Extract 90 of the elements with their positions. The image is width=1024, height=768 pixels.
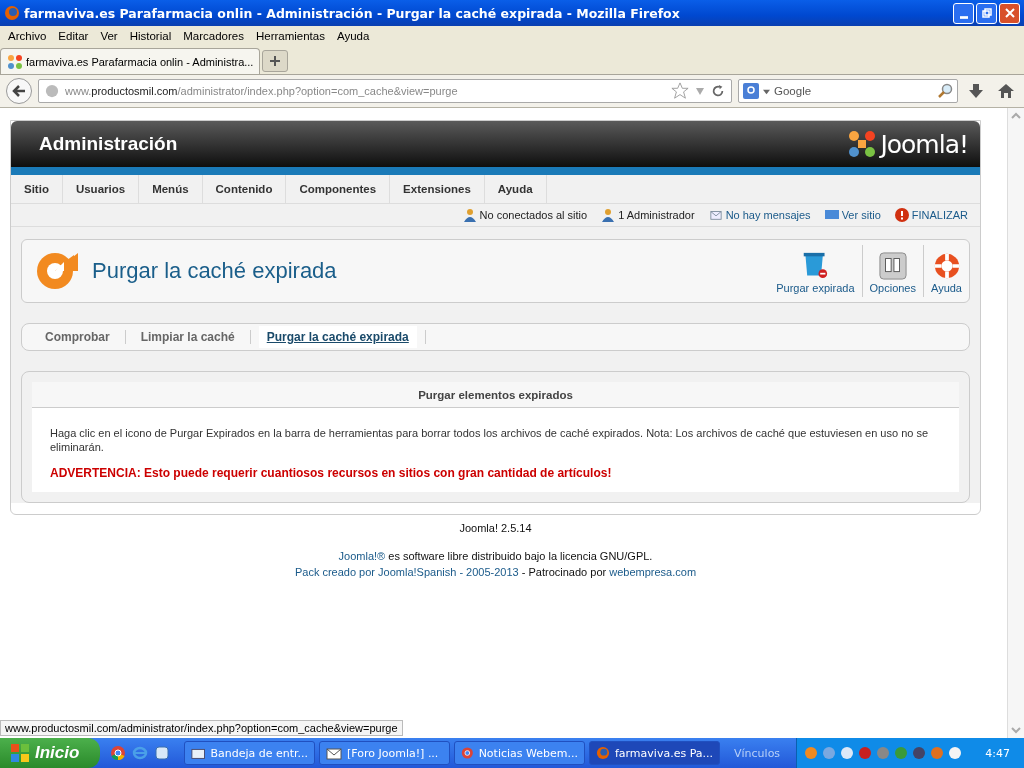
joomla-logo-icon (847, 129, 878, 159)
chrome-icon[interactable] (110, 745, 126, 761)
close-button[interactable] (999, 2, 1020, 24)
submenu-tab[interactable]: Comprobar (38, 330, 117, 344)
back-arrow-icon (11, 83, 27, 99)
globe-icon (45, 84, 59, 98)
firefox-icon (4, 5, 20, 21)
main-menu-item[interactable]: Componentes (286, 175, 391, 203)
menu-item[interactable]: Ver (94, 30, 124, 42)
main-menu-item[interactable]: Menús (139, 175, 203, 203)
submenu-tab[interactable]: Limpiar la caché (133, 330, 242, 344)
admin-title: Administración (39, 133, 179, 155)
taskbar-button[interactable]: [Foro Joomla!] ... (319, 741, 450, 765)
credits-text: Pack creado por Joomla!Spanish - 2005-2013 - Patrocinado por webempresa.com (294, 566, 697, 578)
new-tab-button[interactable] (262, 50, 289, 72)
window-title: farmaviva.es Parafarmacia onlin - Administración - Purgar la caché expirada - Mozilla Firefox (24, 5, 681, 21)
download-arrow-icon (968, 83, 984, 99)
monitor-icon (824, 209, 839, 221)
status-text: 1 Administrador (618, 209, 695, 221)
main-menu-item[interactable]: Usuarios (62, 175, 140, 203)
address-bar[interactable]: www.productosmil.com/administrator/index.php?option=com_cache&view=purge (38, 79, 732, 103)
main-menu-item[interactable]: Extensiones (390, 175, 485, 203)
envelope-icon (708, 209, 723, 221)
description-text: Haga clic en el icono de Purgar Expirados en la barra de herramientas para borrar todos los archivos de caché expirados. Nota: Los archivos de caché que estuviesen en uso no se eliminarán. (50, 426, 930, 454)
envelope-icon (326, 745, 342, 761)
menu-item[interactable]: Marcadores (177, 30, 250, 42)
restore-button[interactable] (976, 2, 997, 24)
favicon-icon (7, 53, 23, 70)
menu-item[interactable]: Historial (123, 30, 178, 42)
home-icon (998, 83, 1014, 99)
sponsor-link[interactable]: webempresa.com (609, 566, 697, 578)
tray-icon[interactable] (857, 745, 874, 761)
search-field[interactable]: Google (738, 79, 958, 103)
taskbar-button[interactable]: Noticias Webem... (454, 741, 585, 765)
minimize-button[interactable] (953, 2, 974, 24)
tray-icon[interactable] (911, 745, 928, 761)
taskbar-button[interactable]: farmaviva.es Pa... (589, 741, 720, 765)
reload-icon[interactable] (711, 84, 725, 98)
clock: 4:47 (985, 746, 1011, 760)
plus-icon (269, 55, 282, 67)
tray-icon[interactable] (839, 745, 856, 761)
warning-text: ADVERTENCIA: Esto puede requerir cuantiosos recursos en sitios con gran cantidad de artículos! (50, 466, 613, 480)
main-menu-item[interactable]: Ayuda (484, 175, 547, 203)
tray-icon[interactable] (947, 745, 964, 761)
search-engine-icon[interactable] (743, 83, 759, 99)
joomla-link[interactable]: Joomla!® (338, 550, 386, 562)
browser-icon[interactable] (132, 745, 148, 761)
menu-item[interactable]: Archivo (2, 30, 53, 42)
restore-icon (981, 8, 992, 18)
chrome-icon (461, 745, 474, 761)
status-link[interactable]: FINALIZAR (911, 209, 968, 221)
scrollbar[interactable] (1007, 108, 1024, 738)
lifebuoy-icon (932, 252, 961, 280)
logo-text: Joomla! (880, 129, 968, 159)
main-menu-item[interactable]: Sitio (11, 175, 63, 203)
version-text: Joomla! 2.5.14 (459, 522, 532, 534)
app-icon[interactable] (154, 745, 170, 761)
search-icon[interactable] (937, 83, 953, 99)
firefox-icon (596, 745, 610, 761)
search-input[interactable]: Google (774, 82, 933, 100)
options-icon (878, 252, 907, 280)
dropdown-icon[interactable] (763, 87, 770, 95)
minimize-icon (959, 15, 968, 19)
toolbar-button[interactable]: Opciones (862, 242, 923, 300)
star-icon[interactable] (671, 82, 689, 100)
menu-item[interactable]: Herramientas (249, 30, 331, 42)
user-icon (601, 208, 616, 222)
pack-link[interactable]: Pack creado por Joomla!Spanish - 2005-2013 (294, 566, 519, 578)
menu-item[interactable]: Ayuda (330, 30, 376, 42)
license-text: Joomla!® es software libre distribuido bajo la licencia GNU/GPL. (338, 550, 653, 562)
panel-heading: Purgar elementos expirados (32, 382, 959, 408)
submenu-tab[interactable]: Purgar la caché expirada (258, 326, 417, 348)
menu-item[interactable]: Editar (52, 30, 95, 42)
browser-tab[interactable]: farmaviva.es Parafarmacia onlin - Administra... (0, 48, 261, 74)
alert-icon (894, 208, 909, 222)
windows-logo-icon (10, 743, 30, 763)
toolbar-button[interactable]: Ayuda (924, 242, 969, 300)
status-link[interactable]: No hay mensajes (725, 209, 811, 221)
user-icon (462, 208, 477, 222)
trash-icon (802, 250, 829, 280)
taskbar-button[interactable]: Bandeja de entr... (184, 741, 315, 765)
status-text: No conectados al sitio (479, 209, 588, 221)
main-menu-item[interactable]: Contenido (202, 175, 287, 203)
status-link[interactable]: Ver sitio (841, 209, 881, 221)
toolbar-button[interactable]: Purgar expirada (769, 242, 862, 300)
back-button[interactable] (6, 78, 32, 104)
url-text[interactable]: www.productosmil.com/administrator/index.php?option=com_cache&view=purge (65, 85, 458, 97)
page-title: Purgar la caché expirada (92, 258, 337, 284)
status-url: www.productosmil.com/administrator/index.php?option=com_cache&view=purge (0, 720, 403, 736)
close-icon (1004, 8, 1015, 18)
